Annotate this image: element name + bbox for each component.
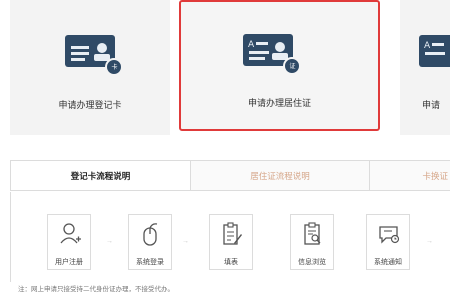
process-tabs: 登记卡流程说明 居住证流程说明 卡换证 <box>10 160 450 191</box>
step-label: 系统通知 <box>374 259 402 266</box>
form-edit-icon <box>223 222 242 245</box>
notice-text: 注：网上申请只接受持二代身份证办理，不接受代办。 <box>18 286 174 293</box>
card-section: 卡 申请办理登记卡 A 证 申请办理居住证 A 申请 <box>0 0 450 138</box>
document-search-icon <box>304 222 321 245</box>
card-apply-partial[interactable]: A 申请 <box>400 0 450 135</box>
card-label: 申请 <box>422 100 441 110</box>
step-label: 用户注册 <box>55 259 83 266</box>
step-fill-form[interactable]: 填表 <box>209 214 253 270</box>
tab-card-exchange[interactable]: 卡换证 <box>369 161 450 190</box>
svg-text:A: A <box>424 41 431 51</box>
arrow-icon: → <box>426 238 433 245</box>
mouse-icon <box>143 223 158 246</box>
arrow-icon: → <box>106 238 113 245</box>
card-badge: 证 <box>289 64 296 70</box>
step-user-register[interactable]: 用户注册 <box>47 214 91 270</box>
step-label: 填表 <box>224 259 238 266</box>
card-label: 申请办理登记卡 <box>58 100 122 110</box>
card-apply-residence-permit[interactable]: A 证 申请办理居住证 <box>179 0 380 131</box>
card-badge: 卡 <box>111 65 118 71</box>
step-label: 系统登录 <box>136 259 164 266</box>
arrow-icon: → <box>182 238 189 245</box>
tab-registration-process[interactable]: 登记卡流程说明 <box>10 161 190 190</box>
step-info-browse[interactable]: 信息浏览 <box>290 214 334 270</box>
step-system-notify[interactable]: 系统通知 <box>366 214 410 270</box>
card-icon: A <box>419 35 450 67</box>
notification-icon <box>379 226 400 244</box>
step-label: 信息浏览 <box>298 259 326 266</box>
step-system-login[interactable]: 系统登录 <box>128 214 172 270</box>
tab-residence-process[interactable]: 居住证流程说明 <box>190 161 369 190</box>
svg-text:A: A <box>248 40 255 50</box>
process-steps: 用户注册 → 系统登录 → 填表 信息浏览 系统通知 → <box>10 192 450 282</box>
card-label: 申请办理居住证 <box>247 98 311 108</box>
card-apply-registration[interactable]: 卡 申请办理登记卡 <box>10 0 170 135</box>
user-add-icon <box>60 223 81 244</box>
